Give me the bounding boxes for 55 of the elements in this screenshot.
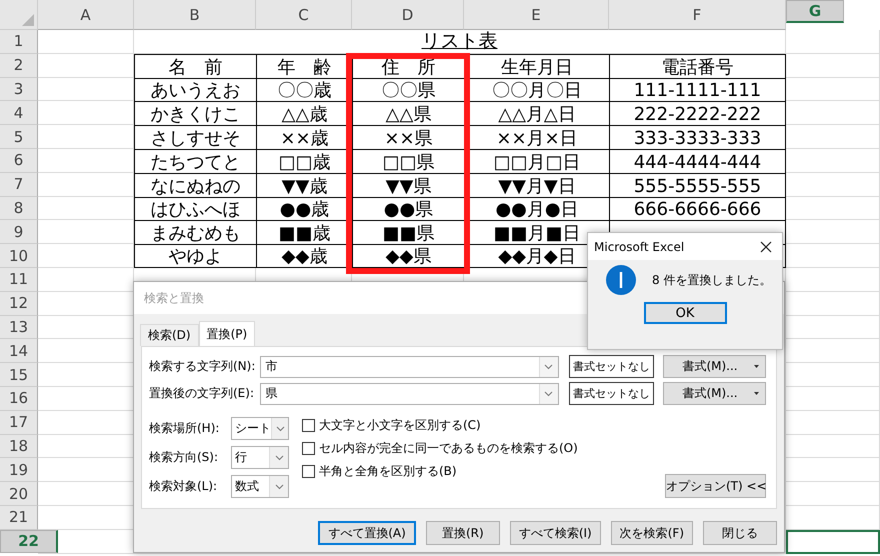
- table-cell: ▼▼歳: [282, 176, 328, 197]
- field-label: 置換後の文字列(E):: [149, 385, 255, 402]
- table-cell: ■■県: [382, 223, 434, 244]
- table-cell: 222-2222-222: [634, 104, 762, 126]
- dropdown-label: 検索場所(H):: [149, 420, 220, 437]
- table-cell: △△歳: [282, 104, 328, 126]
- table-cell: ××月×日: [496, 128, 578, 149]
- table-cell: ××県: [384, 128, 433, 149]
- table-cell: まみむめも: [150, 223, 240, 244]
- table-cell: 444-4444-444: [634, 152, 762, 173]
- checkbox-label: 半角と全角を区別する(B): [319, 463, 457, 480]
- table-header-cell: 生年月日: [501, 56, 573, 78]
- table-header-cell: 電話番号: [662, 56, 734, 78]
- table-cell: ■■歳: [278, 223, 330, 244]
- table-cell: ●●歳: [280, 199, 330, 220]
- table-cell: □□県: [382, 152, 434, 173]
- table-cell: ××歳: [280, 128, 329, 149]
- checkbox-label: セル内容が完全に同一であるものを検索する(O): [319, 440, 578, 457]
- table-cell: ◆◆県: [386, 246, 432, 267]
- table-cell: ◆◆月◆日: [498, 246, 576, 267]
- table-cell: 666-6666-666: [634, 199, 762, 220]
- table-cell: □□歳: [278, 152, 330, 173]
- table-cell: ▼▼県: [386, 176, 432, 197]
- table-cell: 〇〇歳: [278, 80, 332, 102]
- dropdown-label: 検索方向(S):: [149, 449, 220, 466]
- table-cell: 555-5555-555: [634, 176, 762, 197]
- table-cell: △△県: [386, 104, 432, 126]
- message-text: 8 件を置換しました。: [652, 272, 772, 288]
- table-cell: さしすせそ: [150, 128, 240, 149]
- table-cell: 〇〇県: [382, 80, 436, 102]
- table-header-cell: 年 齢: [278, 56, 332, 78]
- message-box-title: Microsoft Excel: [594, 240, 684, 254]
- table-cell: 〇〇月〇日: [492, 80, 582, 102]
- table-cell: たちつてと: [150, 152, 240, 173]
- table-cell: はひふへほ: [150, 199, 240, 220]
- table-header-cell: 住 所: [382, 56, 436, 78]
- sheet-title: リスト表: [422, 29, 498, 54]
- table-cell: ■■月■日: [493, 223, 581, 244]
- checkbox-label: 大文字と小文字を区別する(C): [319, 417, 481, 434]
- table-cell: 333-3333-333: [634, 128, 762, 149]
- table-cell: ●●県: [384, 199, 434, 220]
- table-cell: なにぬねの: [150, 176, 240, 197]
- table-cell: やゆよ: [168, 246, 222, 267]
- field-label: 検索する文字列(N):: [149, 358, 256, 375]
- table-cell: 111-1111-111: [634, 80, 762, 102]
- table-cell: あいうえお: [150, 80, 240, 102]
- table-header-cell: 名 前: [168, 56, 222, 78]
- table-cell: □□月□日: [493, 152, 581, 173]
- table-cell: △△月△日: [498, 104, 576, 126]
- table-cell: ▼▼月▼日: [498, 176, 576, 197]
- table-cell: ●●月●日: [495, 199, 579, 220]
- dropdown-label: 検索対象(L):: [149, 478, 218, 495]
- dialog-title: 検索と置換: [144, 290, 204, 306]
- table-cell: ◆◆歳: [282, 246, 328, 267]
- table-cell: かきくけこ: [150, 104, 240, 126]
